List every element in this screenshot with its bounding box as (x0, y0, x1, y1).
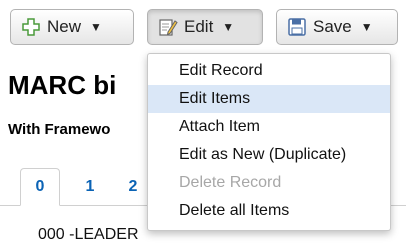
tab-2[interactable]: 2 (118, 168, 148, 206)
menu-item-edit-items[interactable]: Edit Items (148, 85, 390, 113)
floppy-disk-icon (287, 17, 307, 37)
tab-1[interactable]: 1 (75, 168, 105, 206)
leader-field-label: 000 -LEADER (38, 226, 139, 243)
edit-dropdown-menu: Edit Record Edit Items Attach Item Edit … (147, 53, 391, 231)
menu-item-delete-all-items[interactable]: Delete all Items (148, 197, 390, 225)
menu-item-delete-record: Delete Record (179, 174, 282, 191)
save-button[interactable]: Save ▼ (276, 9, 398, 45)
tab-0[interactable]: 0 (20, 168, 60, 206)
caret-down-icon: ▼ (222, 20, 235, 34)
page-title: MARC bi (8, 70, 117, 100)
edit-button-label: Edit (184, 17, 214, 36)
new-button-label: New (47, 17, 82, 36)
caret-down-icon: ▼ (360, 20, 373, 34)
plus-icon (21, 17, 41, 37)
edit-document-icon (158, 17, 178, 37)
edit-button[interactable]: Edit ▼ (147, 9, 263, 45)
menu-item-edit-record[interactable]: Edit Record (148, 57, 390, 85)
menu-item-attach-item[interactable]: Attach Item (148, 113, 390, 141)
new-button[interactable]: New ▼ (10, 9, 134, 45)
framework-subtitle: With Framewo (8, 121, 111, 138)
caret-down-icon: ▼ (90, 20, 102, 34)
menu-item-edit-as-new[interactable]: Edit as New (Duplicate) (148, 141, 390, 169)
page: New ▼ Edit ▼ Save ▼ MARC bi With Framewo… (0, 0, 406, 249)
save-button-label: Save (313, 17, 352, 36)
